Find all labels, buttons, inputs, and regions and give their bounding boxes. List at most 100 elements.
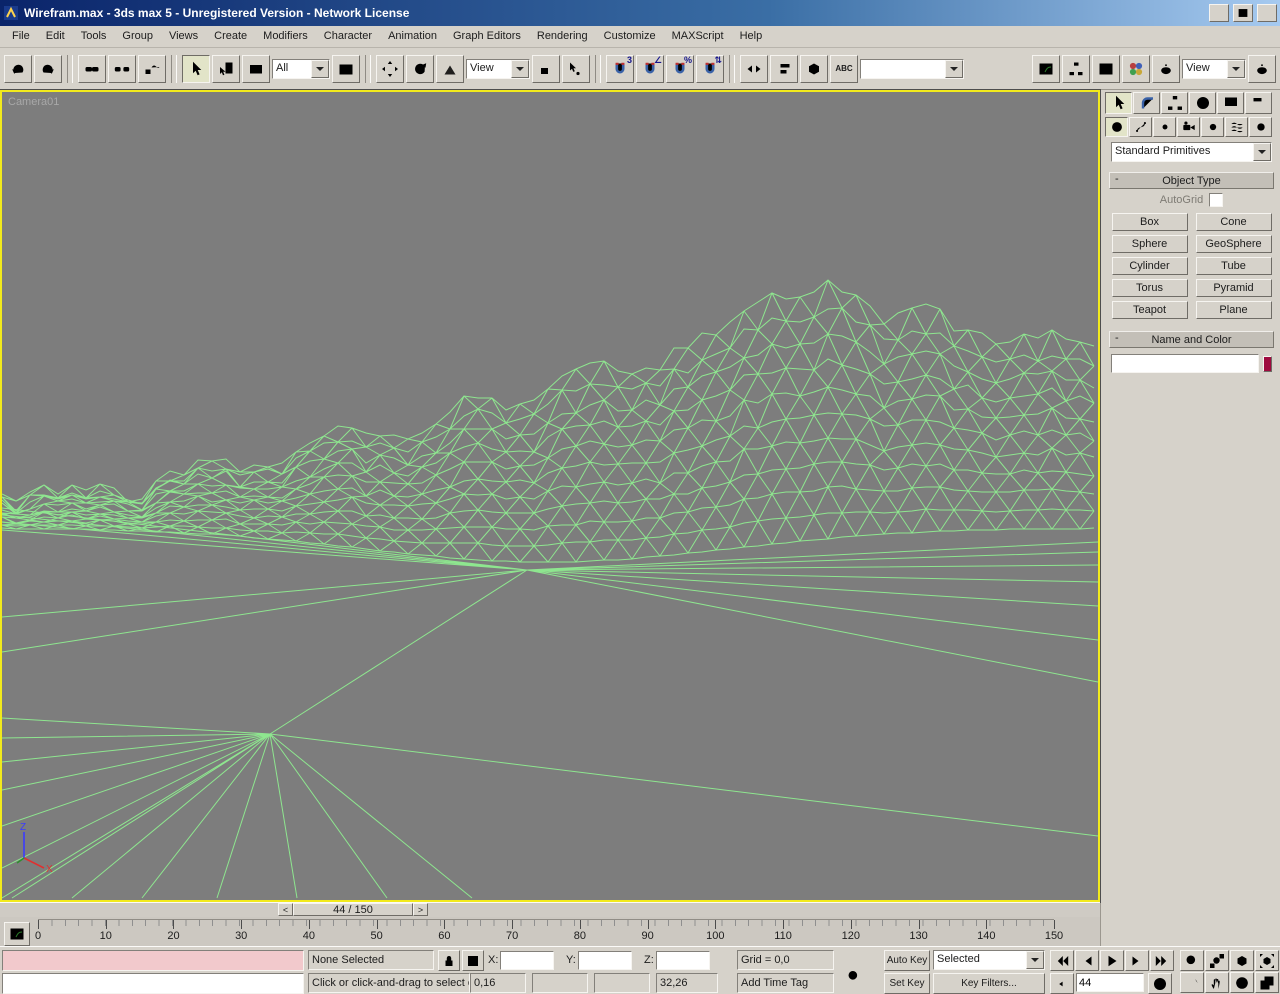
time-configuration-button[interactable]	[1148, 973, 1172, 994]
quick-render-button[interactable]	[1248, 55, 1276, 83]
menu-tools[interactable]: Tools	[73, 27, 115, 46]
play-button[interactable]	[1100, 950, 1124, 971]
go-to-start-button[interactable]	[1050, 950, 1074, 971]
pan-button[interactable]	[1205, 972, 1229, 993]
select-and-move-button[interactable]	[376, 55, 404, 83]
reference-coordinate-dropdown[interactable]: View	[466, 59, 530, 79]
render-scene-button[interactable]	[1152, 55, 1180, 83]
camera-viewport[interactable]: Camera01 Z X	[0, 90, 1100, 902]
unlink-selection-button[interactable]	[108, 55, 136, 83]
mirror-button[interactable]	[740, 55, 768, 83]
percent-snap-button[interactable]: %	[666, 55, 694, 83]
primitive-category-dropdown[interactable]: Standard Primitives	[1111, 142, 1272, 162]
schematic-view-button[interactable]	[1062, 55, 1090, 83]
layer-manager-button[interactable]	[1092, 55, 1120, 83]
category-systems[interactable]	[1249, 117, 1272, 137]
spinner-snap-button[interactable]: ⇅	[696, 55, 724, 83]
time-slider-handle[interactable]: < 44 / 150 >	[278, 903, 428, 916]
menu-group[interactable]: Group	[114, 27, 161, 46]
chevron-down-icon[interactable]	[945, 60, 963, 78]
zoom-extents-button[interactable]	[1230, 950, 1254, 971]
select-and-manipulate-button[interactable]	[562, 55, 590, 83]
angle-snap-button[interactable]: ∠	[636, 55, 664, 83]
zoom-extents-all-button[interactable]	[1255, 950, 1279, 971]
menu-views[interactable]: Views	[161, 27, 206, 46]
menu-character[interactable]: Character	[316, 27, 380, 46]
minimize-button[interactable]	[1209, 4, 1229, 22]
zoom-button[interactable]	[1180, 950, 1204, 971]
menu-maxscript[interactable]: MAXScript	[664, 27, 732, 46]
render-type-dropdown[interactable]: View	[1182, 59, 1246, 79]
primitive-cylinder[interactable]: Cylinder	[1112, 257, 1188, 275]
menu-rendering[interactable]: Rendering	[529, 27, 596, 46]
category-cameras[interactable]	[1177, 117, 1200, 137]
primitive-geosphere[interactable]: GeoSphere	[1196, 235, 1272, 253]
primitive-box[interactable]: Box	[1112, 213, 1188, 231]
primitive-teapot[interactable]: Teapot	[1112, 301, 1188, 319]
arc-rotate-button[interactable]	[1230, 972, 1254, 993]
close-button[interactable]	[1257, 4, 1277, 22]
mini-curve-editor-button[interactable]	[4, 922, 30, 946]
primitive-sphere[interactable]: Sphere	[1112, 235, 1188, 253]
menu-animation[interactable]: Animation	[380, 27, 445, 46]
maxscript-mini-listener-white[interactable]	[2, 973, 304, 994]
category-lights[interactable]	[1153, 117, 1176, 137]
select-and-rotate-button[interactable]	[406, 55, 434, 83]
category-geometry[interactable]	[1105, 117, 1128, 137]
frame-number-field[interactable]	[1076, 973, 1144, 992]
keyboard-override-toggle[interactable]: ABC	[830, 55, 858, 83]
tab-create[interactable]	[1105, 92, 1132, 114]
key-mode-toggle-button[interactable]	[1050, 973, 1074, 994]
category-space-warps[interactable]	[1225, 117, 1248, 137]
set-key-button[interactable]: Set Key	[884, 973, 930, 994]
menu-create[interactable]: Create	[206, 27, 255, 46]
named-selection-dropdown[interactable]	[860, 59, 964, 79]
chevron-down-icon[interactable]	[1026, 951, 1044, 969]
timeline-ruler[interactable]: 0102030405060708090100110120130140150	[38, 919, 1054, 948]
primitive-cone[interactable]: Cone	[1196, 213, 1272, 231]
selection-lock-toggle[interactable]	[438, 950, 460, 971]
tab-display[interactable]	[1217, 92, 1244, 114]
category-shapes[interactable]	[1129, 117, 1152, 137]
menu-modifiers[interactable]: Modifiers	[255, 27, 316, 46]
tab-utilities[interactable]	[1245, 92, 1272, 114]
select-object-button[interactable]	[182, 55, 210, 83]
selection-filter-dropdown[interactable]: All	[272, 59, 330, 79]
time-slider-prev-arrow[interactable]: <	[278, 903, 293, 916]
field-of-view-button[interactable]	[1180, 972, 1204, 993]
zoom-all-button[interactable]	[1205, 950, 1229, 971]
min-max-toggle-button[interactable]	[1255, 972, 1279, 993]
bind-to-space-warp-button[interactable]	[138, 55, 166, 83]
select-and-link-button[interactable]	[78, 55, 106, 83]
z-coordinate-field[interactable]	[656, 951, 710, 970]
undo-button[interactable]	[4, 55, 32, 83]
window-crossing-toggle[interactable]	[332, 55, 360, 83]
time-slider-track[interactable]: < 44 / 150 >	[0, 902, 1100, 917]
previous-frame-button[interactable]	[1075, 950, 1099, 971]
menu-help[interactable]: Help	[732, 27, 771, 46]
key-filters-button[interactable]: Key Filters...	[933, 973, 1045, 994]
primitive-plane[interactable]: Plane	[1196, 301, 1272, 319]
x-coordinate-field[interactable]	[500, 951, 554, 970]
snap-toggle-button[interactable]: 3	[606, 55, 634, 83]
menu-graph-editors[interactable]: Graph Editors	[445, 27, 529, 46]
object-type-rollout-header[interactable]: - Object Type	[1109, 172, 1274, 189]
primitive-tube[interactable]: Tube	[1196, 257, 1272, 275]
redo-button[interactable]	[34, 55, 62, 83]
use-pivot-point-button[interactable]	[532, 55, 560, 83]
chevron-down-icon[interactable]	[1227, 60, 1245, 78]
name-and-color-rollout-header[interactable]: - Name and Color	[1109, 331, 1274, 348]
named-selection-sets-button[interactable]	[800, 55, 828, 83]
category-helpers[interactable]	[1201, 117, 1224, 137]
autogrid-checkbox[interactable]	[1209, 193, 1223, 207]
tab-modify[interactable]	[1133, 92, 1160, 114]
primitive-torus[interactable]: Torus	[1112, 279, 1188, 297]
next-frame-button[interactable]	[1125, 950, 1149, 971]
track-bar[interactable]: 0102030405060708090100110120130140150	[0, 917, 1100, 948]
chevron-down-icon[interactable]	[1253, 143, 1271, 161]
material-editor-button[interactable]	[1122, 55, 1150, 83]
maximize-button[interactable]	[1233, 4, 1253, 22]
menu-edit[interactable]: Edit	[38, 27, 73, 46]
object-color-swatch[interactable]	[1263, 356, 1272, 372]
absolute-offset-toggle[interactable]	[462, 950, 484, 971]
